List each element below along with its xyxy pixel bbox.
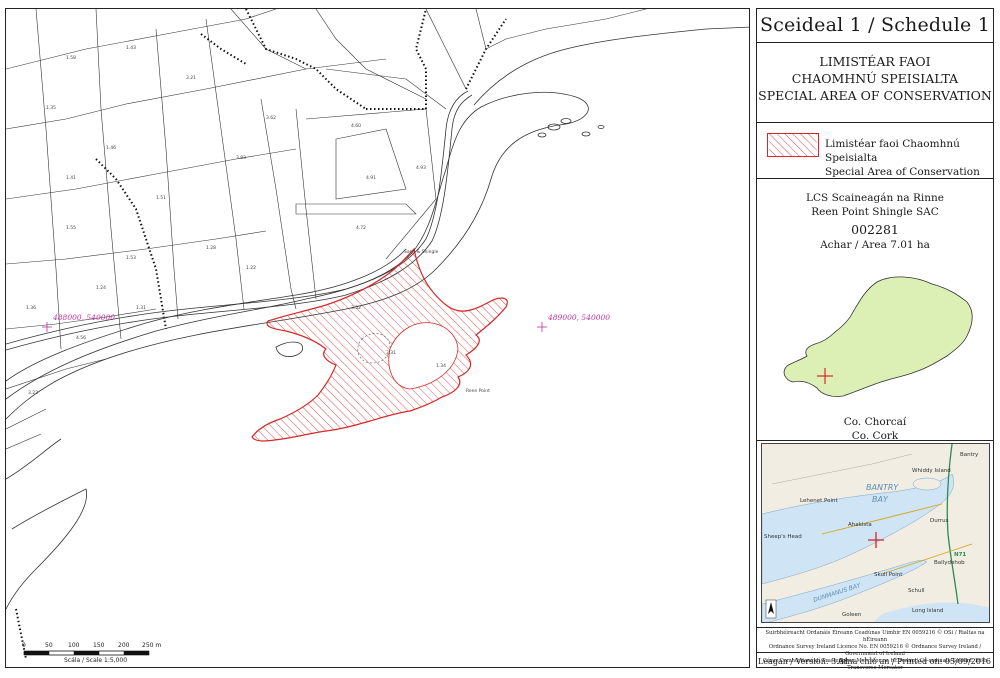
parcel-label: 3.83 [236, 155, 246, 161]
coordinate-label-east: 489000, 540000 [548, 313, 611, 322]
inset-label-bay-2: BAY [872, 495, 889, 504]
inset-label-bay-1: BANTRY [866, 483, 899, 492]
inset-map[interactable]: Whiddy Island Bantry Lehenet Point Ahaki… [761, 443, 990, 623]
schedule-header: Sceideal 1 / Schedule 1 [757, 9, 993, 43]
printed-date-label: Arna chló an / Printed on: 05/09/2016 [837, 657, 991, 666]
inset-label-durrus: Durrus [930, 518, 949, 524]
scale-tick-150: 150 [93, 642, 105, 649]
sac-legend-swatch [767, 133, 819, 157]
inset-label-skull-point: Skull Point [874, 572, 903, 578]
inset-label-ballydehob: Ballydehob [934, 560, 965, 566]
inset-label-schull: Schull [908, 588, 925, 594]
parcel-label: 1.28 [206, 245, 216, 251]
scale-tick-250: 250 m [142, 642, 162, 649]
site-code: 002281 [851, 222, 899, 237]
designation-block: LIMISTÉAR FAOI CHAOMHNÚ SPEISIALTA SPECI… [757, 43, 993, 123]
inset-label-road: N71 [954, 552, 966, 558]
parcel-label: 1.31 [136, 305, 146, 311]
scale-tick-50: 50 [45, 642, 53, 649]
scale-caption: Scála / Scale 1:5,000 [64, 657, 128, 664]
sac-boundary [251, 247, 508, 442]
parcel-label: Reen Point [466, 388, 490, 394]
scale-tick-100: 100 [68, 642, 80, 649]
inset-label-lehenet: Lehenet Point [800, 498, 838, 504]
parcel-label: 1.24 [96, 285, 106, 291]
county-cork-outline [783, 276, 973, 397]
scale-bar [23, 650, 150, 656]
parcel-label: 4.93 [416, 165, 426, 171]
site-name-irish: LCS Scaineagán na Rinne [806, 192, 944, 204]
parcel-label: 1.55 [66, 225, 76, 231]
parcel-label: 3.21 [186, 75, 196, 81]
designation-line-1: LIMISTÉAR FAOI [819, 54, 931, 69]
coordinate-label-west: 488000, 540000 [53, 313, 116, 322]
scale-tick-200: 200 [118, 642, 130, 649]
inset-label-whiddy: Whiddy Island [912, 468, 951, 474]
map-canvas[interactable]: 1.58 1.43 1.35 3.21 3.62 4.60 4.91 4.93 1.46 1.41… [6, 9, 750, 668]
copyright-line-1: Suirbhéireacht Ordanáis Éireann Ceadúnas… [765, 630, 985, 643]
legend-block: Limistéar faoi Chaomhnú Speisialta Speci… [757, 123, 993, 179]
parcel-label: 1.46 [106, 145, 116, 151]
parcel-label: 3.52 [351, 305, 361, 311]
county-locator-map [783, 276, 973, 397]
copyright-block: Suirbhéireacht Ordanáis Éireann Ceadúnas… [757, 627, 993, 671]
parcel-label: 1.51 [156, 195, 166, 201]
parcel-label: 3.31 [386, 350, 396, 356]
parcel-label: 4.56 [76, 335, 86, 341]
parcel-label: 3.62 [266, 115, 276, 121]
inset-map-canvas[interactable]: Whiddy Island Bantry Lehenet Point Ahaki… [762, 444, 990, 623]
inset-label-sheeps-head: Sheep's Head [764, 534, 802, 540]
version-label: Leagan / Version: 3.01 [758, 657, 849, 666]
legend-label-english: Special Area of Conservation [825, 166, 980, 178]
county-name-english: Co. Cork [851, 430, 899, 442]
legend-label-irish: Limistéar faoi Chaomhnú Speisialta [825, 138, 960, 164]
parcel-label: 1.58 [66, 55, 76, 61]
parcel-label: 4.60 [351, 123, 361, 129]
site-and-county-block: LCS Scaineagán na Rinne Reen Point Shing… [757, 179, 993, 442]
parcel-label: 1.53 [126, 255, 136, 261]
parcel-label: 1.36 [26, 305, 36, 311]
schedule-title: Sceideal 1 / Schedule 1 [760, 14, 990, 36]
site-area: Achar / Area 7.01 ha [820, 239, 930, 251]
inset-label-ahakista: Ahakista [848, 522, 872, 528]
parcel-label: 4.91 [366, 175, 376, 181]
county-name-irish: Co. Chorcaí [843, 416, 907, 428]
parcel-label: 1.34 [436, 363, 446, 369]
site-name-english: Reen Point Shingle SAC [811, 206, 939, 218]
inset-label-long-island: Long Island [912, 608, 943, 614]
inset-label-bantry: Bantry [960, 452, 979, 458]
parcel-label: 1.22 [246, 265, 256, 271]
parcel-label: 1.43 [126, 45, 136, 51]
scale-tick-0: 0 [22, 642, 26, 649]
main-map[interactable]: 1.58 1.43 1.35 3.21 3.62 4.60 4.91 4.93 1.46 1.41… [5, 8, 750, 668]
parcel-label: 4.72 [356, 225, 366, 231]
footer-bar: Leagan / Version: 3.01 Arna chló an / Pr… [756, 652, 994, 668]
designation-line-3: SPECIAL AREA OF CONSERVATION [758, 88, 992, 103]
inset-label-goleen: Goleen [842, 612, 862, 618]
parcel-label: 1.41 [66, 175, 76, 181]
info-panel: Sceideal 1 / Schedule 1 LIMISTÉAR FAOI C… [756, 8, 994, 671]
north-arrow [765, 599, 777, 619]
parcel-label: Sand & Shingle [404, 249, 439, 255]
designation-line-2: CHAOMHNÚ SPEISIALTA [791, 71, 959, 86]
parcel-label: 1.35 [46, 105, 56, 111]
parcel-label: 3.22 [28, 390, 38, 396]
